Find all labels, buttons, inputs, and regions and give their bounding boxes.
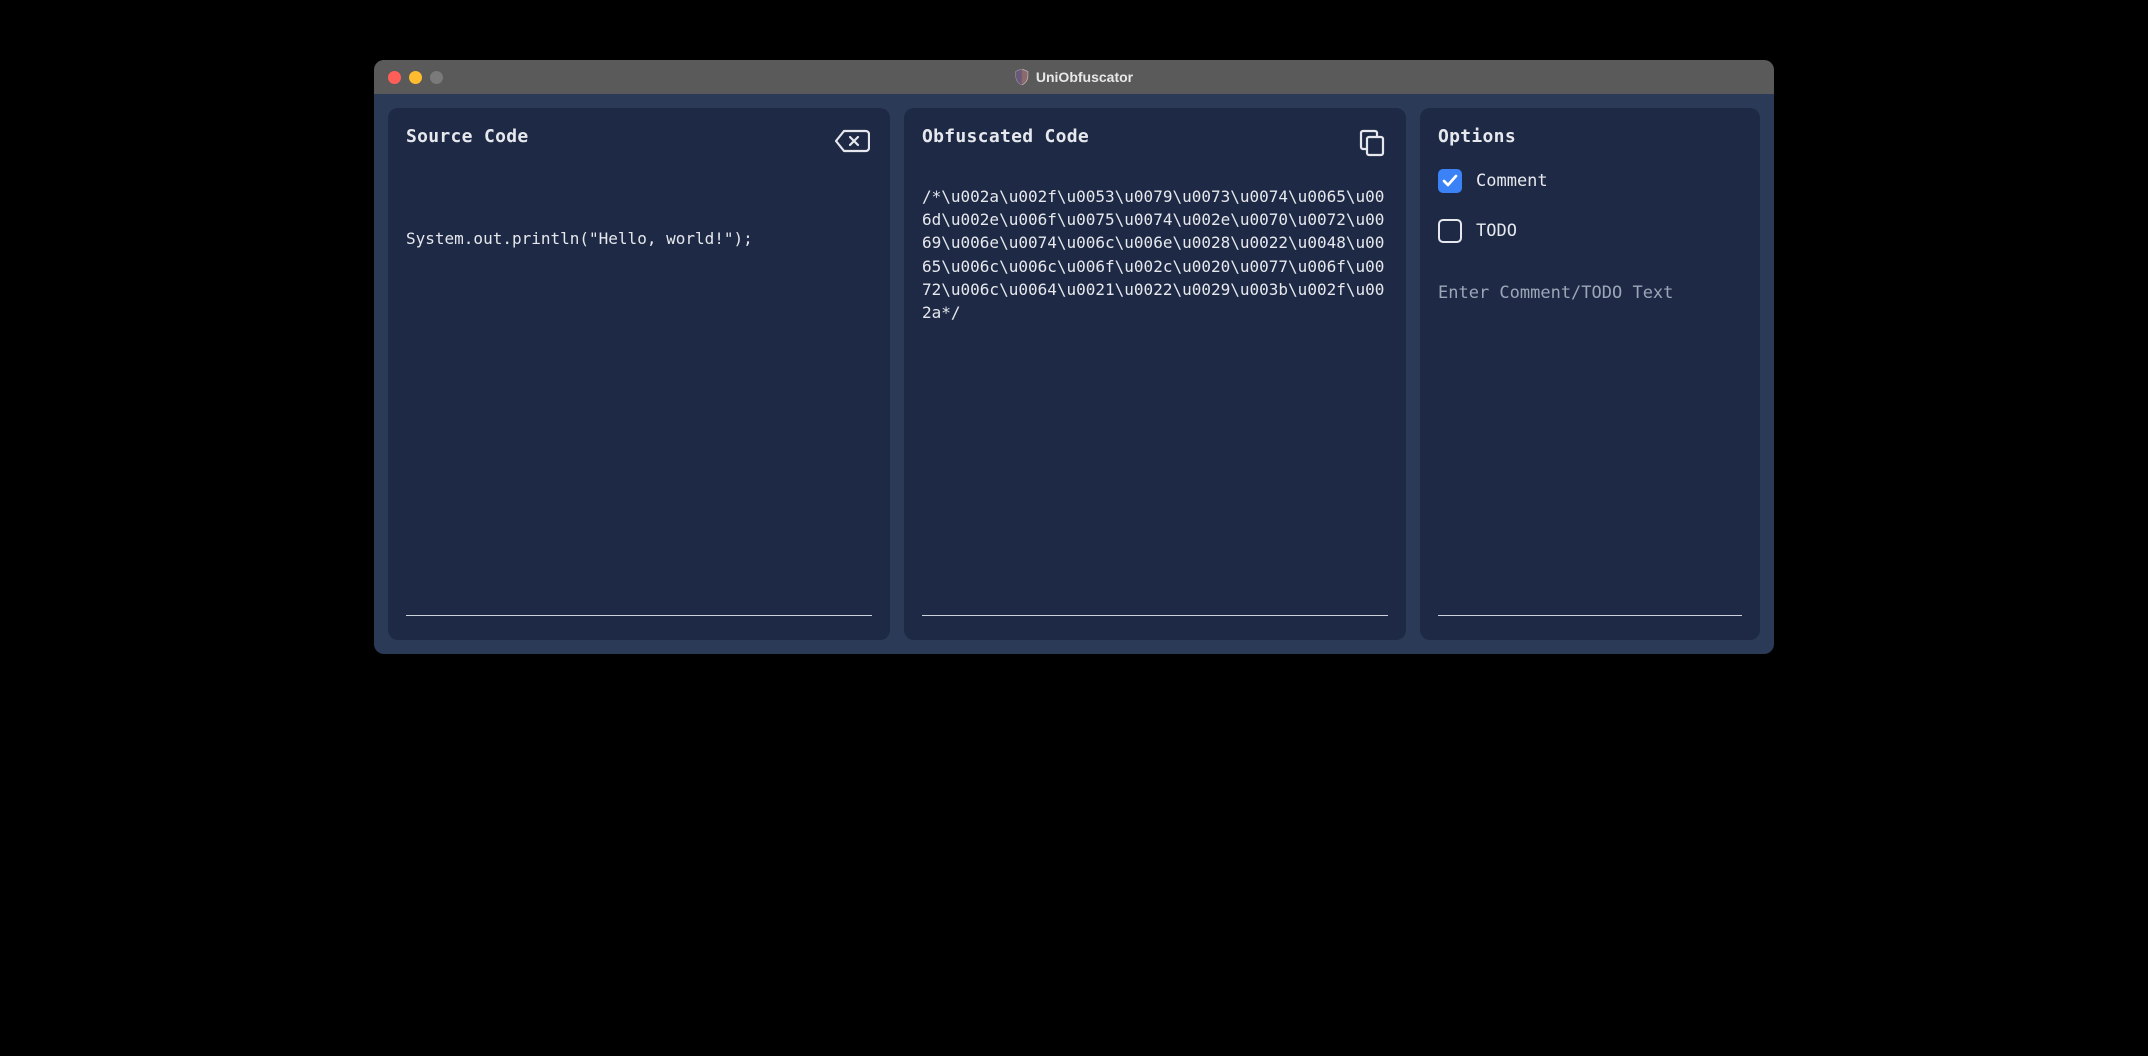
clear-source-button[interactable]: [832, 126, 872, 159]
option-comment[interactable]: Comment: [1438, 169, 1742, 193]
source-body: [406, 181, 872, 615]
options-list: Comment TODO: [1438, 169, 1742, 243]
source-panel-header: Source Code: [406, 126, 872, 159]
option-todo[interactable]: TODO: [1438, 219, 1742, 243]
obfuscated-panel: Obfuscated Code /*\u002a\u002f\u0053\u00…: [904, 108, 1406, 640]
window-title-area: UniObfuscator: [1015, 69, 1133, 85]
copy-obfuscated-button[interactable]: [1356, 126, 1388, 163]
options-panel-title: Options: [1438, 126, 1516, 147]
minimize-window-button[interactable]: [409, 71, 422, 84]
panel-underline: [922, 615, 1388, 616]
app-window: UniObfuscator Source Code: [374, 60, 1774, 654]
options-panel: Options Comment TODO Enter Comment/TODO …: [1420, 108, 1760, 640]
shield-icon: [1015, 69, 1029, 85]
obfuscated-panel-header: Obfuscated Code: [922, 126, 1388, 163]
option-label: TODO: [1476, 221, 1517, 241]
panel-underline: [1438, 615, 1742, 616]
panel-underline: [406, 615, 872, 616]
close-window-button[interactable]: [388, 71, 401, 84]
copy-icon: [1358, 128, 1386, 161]
window-controls: [388, 71, 443, 84]
backspace-icon: [834, 128, 870, 157]
source-panel-title: Source Code: [406, 126, 529, 147]
options-panel-header: Options: [1438, 126, 1742, 147]
titlebar: UniObfuscator: [374, 60, 1774, 94]
maximize-window-button[interactable]: [430, 71, 443, 84]
obfuscated-code-output[interactable]: /*\u002a\u002f\u0053\u0079\u0073\u0074\u…: [922, 185, 1388, 615]
checkbox-unchecked-icon: [1438, 219, 1462, 243]
content-area: Source Code Obfuscated Code: [374, 94, 1774, 654]
option-label: Comment: [1476, 171, 1548, 191]
window-title: UniObfuscator: [1036, 69, 1133, 85]
source-panel: Source Code: [388, 108, 890, 640]
checkbox-checked-icon: [1438, 169, 1462, 193]
comment-text-input[interactable]: Enter Comment/TODO Text: [1438, 283, 1742, 303]
obfuscated-panel-title: Obfuscated Code: [922, 126, 1089, 147]
source-code-input[interactable]: [406, 227, 872, 615]
